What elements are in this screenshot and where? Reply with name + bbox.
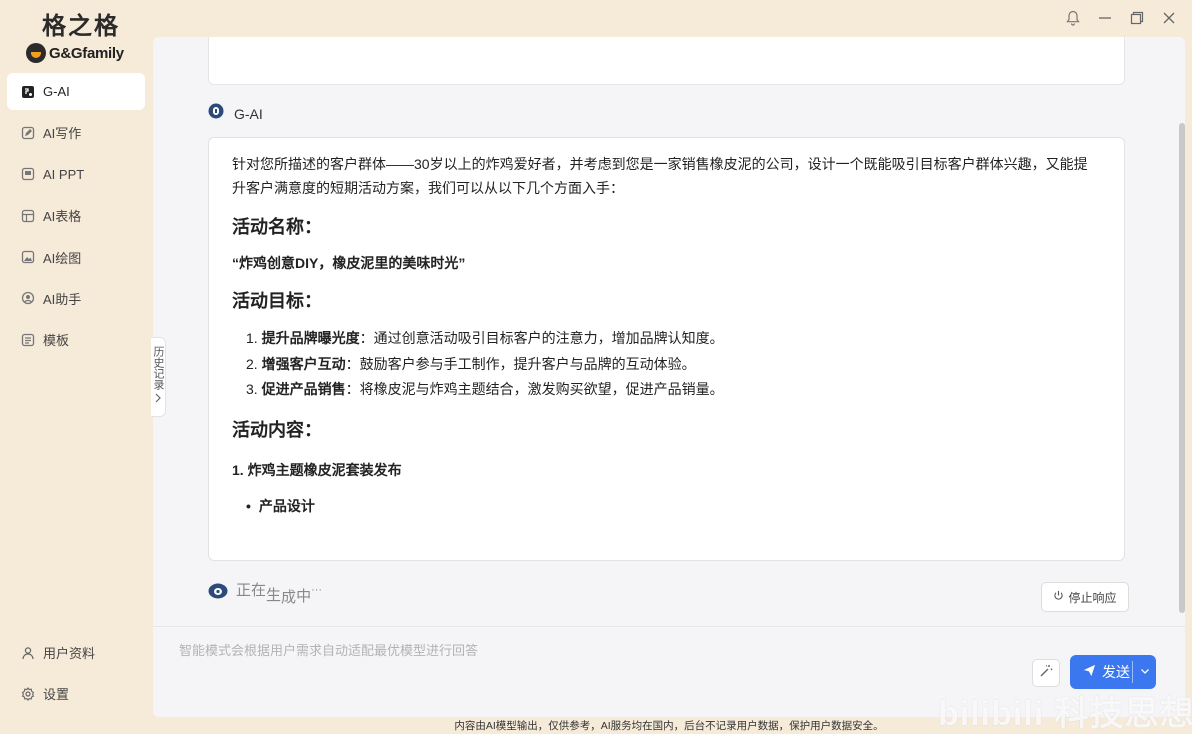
magic-wand-icon — [1039, 664, 1053, 683]
send-button[interactable]: 发送 — [1070, 662, 1132, 682]
sidebar-item-template[interactable]: 模板 — [7, 321, 145, 358]
send-label: 发送 — [1102, 664, 1130, 680]
sidebar-item-label: 模板 — [43, 333, 70, 349]
list-item: 2. 增强客户互动：鼓励客户参与手工制作，提升客户与品牌的互动体验。 — [246, 355, 696, 372]
heading-activity-goal: 活动目标： — [232, 291, 322, 311]
sidebar-item-label: AI助手 — [43, 291, 82, 307]
watermark: bilibili 科技思想 — [938, 695, 1192, 733]
stop-response-button[interactable]: 停止响应 — [1041, 582, 1129, 612]
assistant-icon — [21, 291, 35, 305]
power-icon — [1053, 590, 1064, 604]
sidebar-item-label: AI PPT — [43, 166, 85, 182]
sidebar-nav: G-AI AI写作 AI PPT AI表格 AI绘图 AI助手 模板 — [7, 73, 145, 363]
content-bullet: 产品设计 — [232, 495, 1101, 517]
ai-message-header: G-AI — [208, 103, 263, 124]
chevron-right-icon — [154, 392, 162, 406]
previous-message-bubble — [208, 37, 1125, 85]
send-options-dropdown[interactable] — [1133, 663, 1156, 681]
image-icon — [21, 250, 35, 264]
sidebar-item-label: 用户资料 — [43, 646, 96, 661]
sidebar-item-settings[interactable]: 设置 — [7, 675, 145, 712]
gear-icon — [21, 686, 35, 701]
heading-activity-content: 活动内容： — [232, 419, 322, 440]
sidebar-item-ai-drawing[interactable]: AI绘图 — [7, 239, 145, 276]
g-ai-avatar-icon — [208, 583, 228, 604]
sidebar-item-label: AI绘图 — [43, 250, 82, 266]
sidebar-item-label: G-AI — [43, 84, 70, 99]
bell-icon[interactable] — [1064, 8, 1082, 28]
sidebar-item-label: 设置 — [43, 687, 70, 702]
g-ai-avatar-icon — [208, 103, 224, 124]
heading-activity-name: 活动名称： — [232, 217, 322, 237]
sidebar-item-ai-assistant[interactable]: AI助手 — [7, 280, 145, 317]
activity-name-text: “炸鸡创意DIY，橡皮泥里的美味时光” — [232, 255, 466, 271]
app-logo: 格之格 G&Gfamily — [26, 12, 136, 63]
template-icon — [21, 333, 35, 347]
window-controls — [1064, 8, 1178, 28]
content-subheading: 1. 炸鸡主题橡皮泥套装发布 — [232, 461, 402, 478]
goals-list: 1. 提升品牌曝光度：通过创意活动吸引目标客户的注意力，增加品牌认知度。 2. … — [232, 326, 1101, 403]
sidebar-item-user-profile[interactable]: 用户资料 — [7, 634, 145, 671]
logo-cn-text: 格之格 — [42, 14, 120, 40]
send-button-group: 发送 — [1070, 655, 1156, 689]
generating-text: 正在生成中··· — [236, 582, 323, 606]
chat-scrollbar[interactable] — [1179, 123, 1185, 613]
ai-name: G-AI — [234, 105, 263, 122]
logo-en-text: G&Gfamily — [49, 44, 124, 62]
sidebar-item-label: AI表格 — [43, 209, 82, 225]
pen-icon — [21, 126, 35, 140]
send-icon — [1083, 664, 1096, 680]
ppt-icon — [21, 167, 35, 181]
restore-icon[interactable] — [1128, 8, 1146, 28]
sidebar: 格之格 G&Gfamily G-AI AI写作 AI PPT AI表格 AI绘图… — [0, 0, 153, 734]
response-intro: 针对您所描述的客户群体——30岁以上的炸鸡爱好者，并考虑到您是一家销售橡皮泥的公… — [232, 156, 1088, 196]
close-icon[interactable] — [1160, 8, 1178, 28]
list-item: 3. 促进产品销售：将橡皮泥与炸鸡主题结合，激发购买欲望，促进产品销量。 — [246, 381, 724, 397]
sidebar-item-label: AI写作 — [43, 126, 82, 142]
generating-indicator: 正在生成中··· — [208, 582, 323, 606]
table-icon — [21, 209, 35, 223]
user-icon — [21, 646, 35, 660]
chat-panel: G-AI 针对您所描述的客户群体——30岁以上的炸鸡爱好者，并考虑到您是一家销售… — [153, 37, 1185, 717]
chevron-down-icon — [1140, 663, 1150, 681]
stop-response-label: 停止响应 — [1068, 590, 1117, 605]
sidebar-item-ai-ppt[interactable]: AI PPT — [7, 156, 145, 193]
sidebar-bottom: 用户资料 设置 — [7, 634, 145, 716]
g-ai-icon — [21, 85, 35, 99]
magic-wand-button[interactable] — [1032, 659, 1060, 687]
history-label: 历史记录 — [152, 346, 164, 390]
list-item: 1. 提升品牌曝光度：通过创意活动吸引目标客户的注意力，增加品牌认知度。 — [246, 330, 724, 346]
minimize-icon[interactable] — [1096, 8, 1114, 28]
ai-response-bubble: 针对您所描述的客户群体——30岁以上的炸鸡爱好者，并考虑到您是一家销售橡皮泥的公… — [208, 137, 1125, 561]
chat-input[interactable] — [179, 637, 979, 663]
history-toggle-tab[interactable]: 历史记录 — [151, 337, 166, 417]
sidebar-item-ai-writing[interactable]: AI写作 — [7, 114, 145, 151]
sidebar-item-ai-table[interactable]: AI表格 — [7, 197, 145, 234]
sidebar-item-g-ai[interactable]: G-AI — [7, 73, 145, 110]
mascot-icon — [26, 43, 46, 63]
